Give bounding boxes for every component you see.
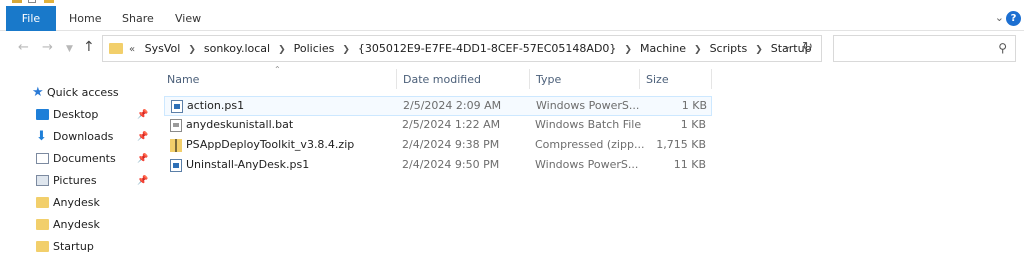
file-list: ⌃ Name Date modified Type Size action.ps… (160, 65, 1024, 247)
sidebar-item-label: Anydesk (53, 218, 100, 231)
file-size: 1,715 KB (656, 138, 706, 151)
file-name: action.ps1 (187, 99, 245, 112)
sidebar-item-desktop[interactable]: Desktop 📌 (0, 104, 155, 126)
file-date: 2/5/2024 2:09 AM (403, 99, 502, 112)
sidebar-item-anydesk[interactable]: Anydesk (0, 192, 155, 214)
sidebar-item-label: Pictures (53, 174, 97, 187)
zip-file-icon (170, 139, 182, 152)
breadcrumb-machine[interactable]: Machine (640, 42, 686, 55)
breadcrumb: « SysVol ❯ sonkoy.local ❯ Policies ❯ {305012E9… (129, 36, 812, 61)
search-input[interactable]: ⚲ (833, 35, 1016, 62)
pictures-icon (36, 175, 49, 186)
folder-icon (109, 43, 123, 54)
column-header-date[interactable]: Date modified (403, 71, 481, 89)
file-date: 2/4/2024 9:38 PM (402, 138, 500, 151)
sidebar-item-pictures[interactable]: Pictures 📌 (0, 170, 155, 192)
file-date: 2/4/2024 9:50 PM (402, 158, 500, 171)
documents-icon (36, 153, 49, 164)
column-header-name[interactable]: Name (167, 71, 199, 89)
folder-icon[interactable] (12, 0, 22, 3)
breadcrumb-domain[interactable]: sonkoy.local (204, 42, 270, 55)
folder-icon (36, 197, 49, 208)
help-button[interactable]: ? (1006, 11, 1021, 26)
tab-share[interactable]: Share (122, 6, 154, 31)
chevron-right-icon[interactable]: ❯ (755, 45, 763, 55)
chevron-right-icon[interactable]: ❯ (624, 45, 632, 55)
ribbon: File Home Share View ⌄ ? (0, 6, 1024, 31)
table-row[interactable]: action.ps1 2/5/2024 2:09 AM Windows Powe… (164, 96, 712, 116)
refresh-icon[interactable]: ↻ (802, 40, 813, 55)
breadcrumb-guid[interactable]: {305012E9-E7FE-4DD1-8CEF-57EC05148AD0} (358, 42, 617, 55)
navigation-bar: ← → ▼ ↑ « SysVol ❯ sonkoy.local ❯ Policies ❯ {… (0, 31, 1024, 65)
file-size: 1 KB (681, 99, 707, 112)
arrow-left-icon[interactable]: ← (18, 41, 29, 54)
chevron-right-icon[interactable]: ❯ (694, 45, 702, 55)
file-name: Uninstall-AnyDesk.ps1 (186, 158, 310, 171)
star-icon: ★ (32, 85, 44, 100)
table-row[interactable]: Uninstall-AnyDesk.ps1 2/4/2024 9:50 PM W… (164, 156, 712, 176)
chevron-down-icon[interactable]: ⌄ (783, 42, 791, 52)
sidebar-item-label: Anydesk (53, 196, 100, 209)
batch-file-icon (170, 119, 182, 132)
navigation-pane: ★ Quick access Desktop 📌 ⬇ Downloads 📌 D… (0, 65, 155, 253)
folder-icon[interactable] (44, 0, 54, 3)
file-date: 2/5/2024 1:22 AM (402, 118, 501, 131)
breadcrumb-scripts[interactable]: Scripts (710, 42, 748, 55)
file-name: PSAppDeployToolkit_v3.8.4.zip (186, 138, 355, 151)
desktop-icon (36, 109, 49, 120)
column-divider[interactable] (639, 69, 640, 89)
column-header-type[interactable]: Type (536, 71, 561, 89)
file-size: 11 KB (673, 158, 706, 171)
pin-icon[interactable]: 📌 (137, 170, 148, 192)
column-header-size[interactable]: Size (646, 71, 669, 89)
chevron-down-icon[interactable]: ⌄ (995, 11, 1004, 24)
checkbox-icon[interactable] (28, 0, 36, 3)
column-divider[interactable] (396, 69, 397, 89)
overflow-chevron[interactable]: « (129, 44, 135, 55)
powershell-file-icon (170, 159, 182, 172)
pin-icon[interactable]: 📌 (137, 148, 148, 170)
tab-view[interactable]: View (175, 6, 201, 31)
file-type: Windows PowerS... (536, 99, 640, 112)
chevron-right-icon[interactable]: ❯ (188, 45, 196, 55)
sidebar-item-label: Startup (53, 240, 94, 253)
column-divider[interactable] (529, 69, 530, 89)
tab-file[interactable]: File (6, 6, 56, 31)
sidebar-item-downloads[interactable]: ⬇ Downloads 📌 (0, 126, 155, 148)
tab-home[interactable]: Home (69, 6, 101, 31)
sidebar-item-label: Downloads (53, 130, 114, 143)
chevron-down-icon[interactable]: ▼ (66, 43, 73, 56)
sidebar-item-label: Quick access (47, 86, 119, 99)
file-size: 1 KB (680, 118, 706, 131)
sidebar-item-startup[interactable]: Startup (0, 236, 155, 258)
sidebar-item-quick-access[interactable]: ★ Quick access (0, 82, 155, 104)
arrow-right-icon[interactable]: → (42, 41, 53, 54)
download-icon: ⬇ (36, 129, 47, 144)
sidebar-item-label: Desktop (53, 108, 99, 121)
arrow-up-icon[interactable]: ↑ (83, 40, 95, 54)
sidebar-item-anydesk[interactable]: Anydesk (0, 214, 155, 236)
column-divider[interactable] (711, 69, 712, 89)
sidebar-item-documents[interactable]: Documents 📌 (0, 148, 155, 170)
file-name: anydeskunistall.bat (186, 118, 294, 131)
table-row[interactable]: PSAppDeployToolkit_v3.8.4.zip 2/4/2024 9… (164, 136, 712, 156)
sidebar-item-label: Documents (53, 152, 116, 165)
breadcrumb-policies[interactable]: Policies (294, 42, 335, 55)
powershell-file-icon (171, 100, 183, 113)
pin-icon[interactable]: 📌 (137, 126, 148, 148)
chevron-right-icon[interactable]: ❯ (278, 45, 286, 55)
search-icon[interactable]: ⚲ (998, 41, 1007, 55)
chevron-right-icon[interactable]: ❯ (342, 45, 350, 55)
breadcrumb-sysvol[interactable]: SysVol (145, 42, 181, 55)
sort-ascending-icon: ⌃ (274, 65, 281, 74)
table-row[interactable]: anydeskunistall.bat 2/5/2024 1:22 AM Win… (164, 116, 712, 136)
pin-icon[interactable]: 📌 (137, 104, 148, 126)
file-type: Compressed (zipp... (535, 138, 645, 151)
folder-icon (36, 219, 49, 230)
file-type: Windows PowerS... (535, 158, 639, 171)
address-bar[interactable]: « SysVol ❯ sonkoy.local ❯ Policies ❯ {305012E9… (102, 35, 822, 62)
file-type: Windows Batch File (535, 118, 642, 131)
